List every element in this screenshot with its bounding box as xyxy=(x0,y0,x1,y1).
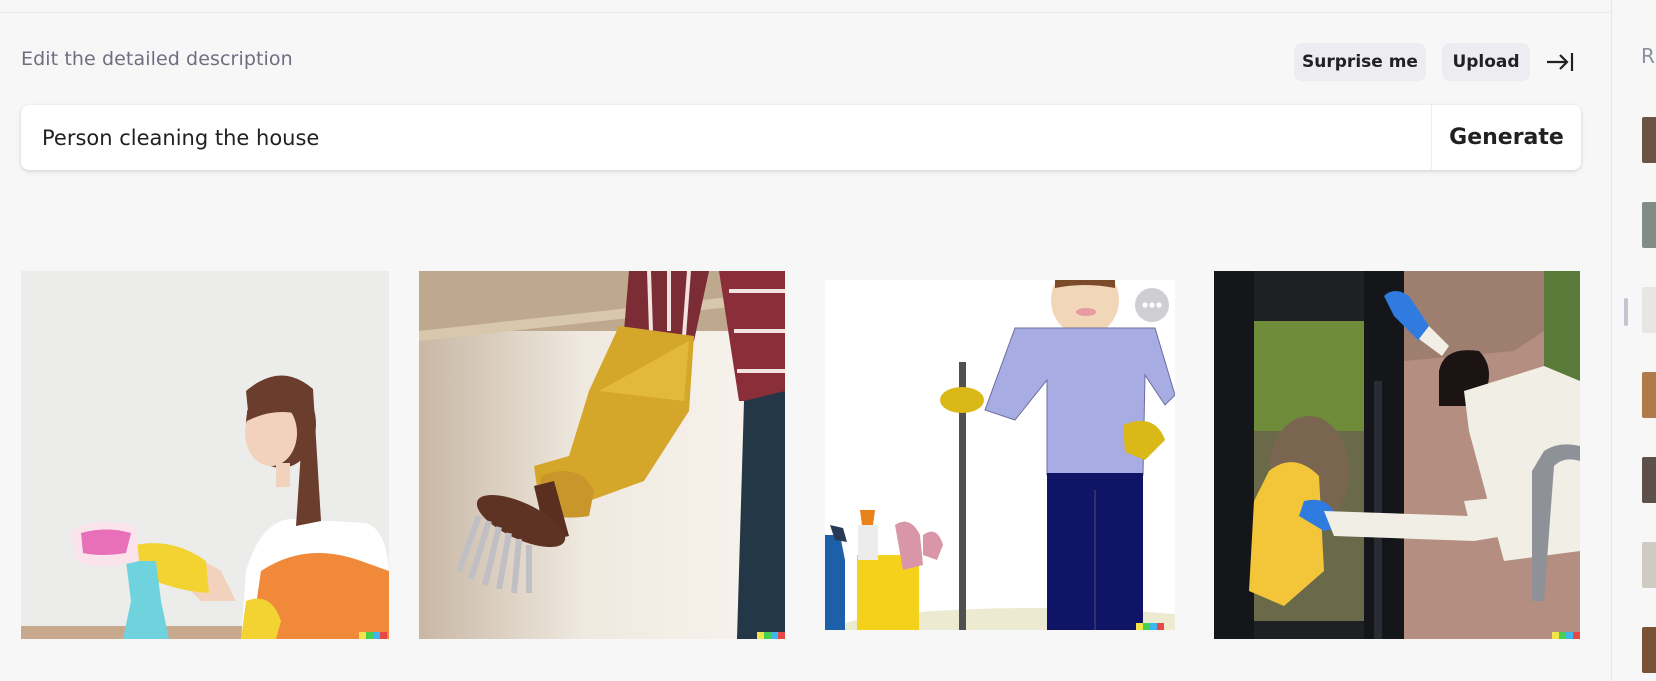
more-horizontal-icon[interactable] xyxy=(1135,288,1169,322)
result-image-cartoon-mop[interactable] xyxy=(825,280,1175,630)
result-image-woman-spraying-wall[interactable] xyxy=(21,271,389,639)
history-thumbnail[interactable] xyxy=(1642,287,1656,333)
history-thumbnail[interactable] xyxy=(1642,457,1656,503)
history-thumbnail[interactable] xyxy=(1642,372,1656,418)
history-panel: R xyxy=(1611,0,1656,681)
prompt-bar: Generate xyxy=(21,105,1581,170)
generate-button[interactable]: Generate xyxy=(1432,105,1581,170)
history-scrollbar[interactable] xyxy=(1624,298,1628,326)
history-thumbnail[interactable] xyxy=(1642,202,1656,248)
main-area: Edit the detailed description Surprise m… xyxy=(0,12,1611,681)
result-image-glove-scrub-brush[interactable] xyxy=(419,271,785,639)
history-thumbnail[interactable] xyxy=(1642,542,1656,588)
surprise-me-button[interactable]: Surprise me xyxy=(1294,43,1426,81)
page-subtitle: Edit the detailed description xyxy=(21,48,293,70)
history-thumbnail[interactable] xyxy=(1642,627,1656,673)
collapse-right-icon[interactable] xyxy=(1545,50,1575,74)
history-heading: R xyxy=(1641,44,1655,68)
result-image-man-wiping-door[interactable] xyxy=(1214,271,1580,639)
history-thumbnail[interactable] xyxy=(1642,117,1656,163)
prompt-input[interactable] xyxy=(42,105,1422,170)
upload-button[interactable]: Upload xyxy=(1442,43,1530,81)
